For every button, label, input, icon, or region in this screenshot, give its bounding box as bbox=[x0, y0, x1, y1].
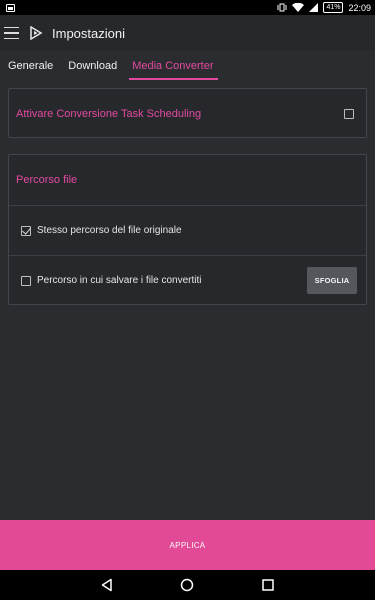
tab-generale[interactable]: Generale bbox=[8, 51, 53, 81]
same-path-checkbox[interactable] bbox=[21, 225, 31, 236]
file-path-header: Percorso file bbox=[16, 174, 78, 186]
custom-path-checkbox[interactable] bbox=[21, 275, 31, 286]
file-path-header-row: Percorso file bbox=[9, 155, 366, 205]
tab-download[interactable]: Download bbox=[68, 51, 117, 81]
custom-path-label: Percorso in cui salvare i file convertit… bbox=[37, 275, 202, 286]
menu-icon[interactable] bbox=[4, 15, 26, 51]
scheduling-card: Attivare Conversione Task Scheduling bbox=[8, 88, 367, 138]
apply-button[interactable]: APPLICA bbox=[0, 520, 375, 570]
page-title: Impostazioni bbox=[52, 25, 125, 41]
clock: 22:09 bbox=[348, 2, 371, 13]
navigation-bar bbox=[0, 570, 375, 600]
scheduling-row[interactable]: Attivare Conversione Task Scheduling bbox=[9, 89, 366, 139]
recent-apps-icon[interactable] bbox=[261, 578, 275, 592]
vibrate-icon bbox=[277, 3, 287, 12]
browse-button[interactable]: SFOGLIA bbox=[307, 267, 357, 294]
custom-path-row[interactable]: Percorso in cui salvare i file convertit… bbox=[9, 256, 366, 305]
wifi-icon bbox=[292, 3, 305, 12]
signal-icon bbox=[309, 3, 319, 12]
scheduling-label: Attivare Conversione Task Scheduling bbox=[16, 108, 202, 120]
battery-level: 41% bbox=[323, 2, 344, 13]
same-path-row[interactable]: Stesso percorso del file originale bbox=[9, 206, 366, 255]
image-notification-icon bbox=[6, 3, 15, 12]
home-icon[interactable] bbox=[180, 578, 194, 592]
tab-media-converter[interactable]: Media Converter bbox=[129, 51, 218, 81]
back-icon[interactable] bbox=[100, 578, 114, 592]
tab-bar: Generale Download Media Converter bbox=[0, 51, 375, 81]
file-path-card: Percorso file Stesso percorso del file o… bbox=[8, 154, 367, 305]
app-logo-icon bbox=[30, 26, 43, 40]
app-bar: Impostazioni bbox=[0, 15, 375, 51]
same-path-label: Stesso percorso del file originale bbox=[37, 225, 182, 236]
status-bar: 41% 22:09 bbox=[0, 0, 375, 15]
scheduling-checkbox[interactable] bbox=[344, 109, 354, 119]
